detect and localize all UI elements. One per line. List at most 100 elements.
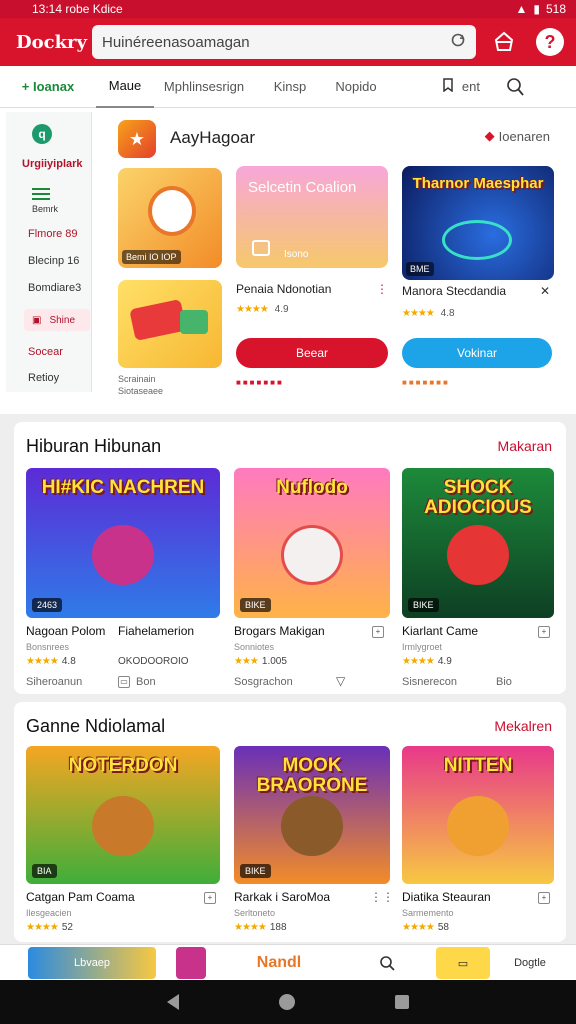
chat-icon[interactable]: ▽ (336, 674, 345, 688)
progress-dots: ■■■■■■■ (236, 378, 284, 387)
game-rating: ★★★★ 52 (26, 922, 73, 933)
status-indicators: ▲ ▮ 518 (515, 2, 566, 16)
strip-item-5[interactable]: Dogtle (500, 947, 560, 979)
tab-applications[interactable]: Mphlinsesrign (154, 66, 254, 108)
side-menu-item: Shine (49, 314, 76, 326)
game-art-title: NOTERDON (68, 755, 178, 776)
battery-icon: ▮ (533, 2, 540, 16)
install-button[interactable]: Beear (236, 338, 388, 368)
featured-tile-1[interactable]: Bemi IO IOP (118, 168, 222, 268)
strip-thumb-icon[interactable] (176, 947, 206, 979)
bookmark-icon (442, 78, 454, 95)
section-more-link[interactable]: Mekalren (494, 718, 552, 734)
search-icon[interactable] (372, 947, 402, 979)
app-logo[interactable]: Dockry (16, 32, 87, 53)
game-rating: ★★★★ 4.8 (26, 656, 76, 667)
game-rating: ★★★ 1.005 (234, 656, 287, 667)
section-more-link[interactable]: Makaran (498, 438, 552, 454)
tab-first[interactable]: + Ioanax (0, 66, 96, 108)
featured-app-2-name[interactable]: Manora Stecdandia (402, 284, 506, 298)
recents-icon[interactable] (395, 995, 409, 1009)
game-card-art[interactable]: NITTEN (402, 746, 554, 884)
game-badge: 2463 (32, 598, 63, 612)
home-icon[interactable] (279, 994, 295, 1010)
side-menu-item[interactable]: Flmore 89 (28, 228, 78, 240)
featured-panel: q Urgiiyiplark Bemrk Flmore 89 Blecinp 1… (0, 108, 576, 414)
game-developer: Ilesgeacien (26, 908, 72, 918)
featured-art-3[interactable]: Tharnor Maesphar BME (402, 166, 554, 280)
search-input[interactable]: Huinéreenasoamagan (92, 25, 476, 59)
side-menu-item[interactable]: Retioy (28, 372, 59, 384)
featured-link[interactable]: ◆ Ioenaren (485, 128, 550, 144)
game-name-extra[interactable]: Fiahelamerion (118, 624, 194, 638)
tab-main[interactable]: Maue (96, 66, 154, 108)
featured-tile-2[interactable] (118, 280, 222, 368)
system-nav-bar (0, 980, 576, 1024)
tab-kinsp[interactable]: Kinsp (254, 66, 326, 108)
search-value: Huinéreenasoamagan (102, 33, 250, 51)
game-name[interactable]: Catgan Pam Coama (26, 890, 135, 904)
game-card-art[interactable]: MOOK BRAORONE BIKE (234, 746, 390, 884)
game-name[interactable]: Kiarlant Came (402, 624, 478, 638)
game-card-art[interactable]: Nuflodo BIKE (234, 468, 390, 618)
game-name[interactable]: Brogars Makigan (234, 624, 325, 638)
basket-icon[interactable] (490, 28, 518, 56)
game-art-title: MOOK BRAORONE (256, 755, 368, 796)
help-icon[interactable]: ? (536, 28, 564, 56)
tag-icon: ◆ (484, 128, 495, 143)
list-icon[interactable] (32, 188, 50, 203)
options-icon[interactable]: + (372, 626, 384, 638)
gift-icon (252, 240, 270, 256)
side-menu-item[interactable]: Blecinp 16 (28, 255, 79, 267)
strip-item-1[interactable]: Lbvaep (28, 947, 156, 979)
more-options-icon[interactable]: ⋮ (376, 282, 388, 296)
game-card-art[interactable]: NOTERDON BIA (26, 746, 220, 884)
mascot-icon (447, 796, 509, 857)
view-button[interactable]: Vokinar (402, 338, 552, 368)
game-developer: Irmlygroet (402, 642, 443, 652)
back-icon[interactable] (167, 994, 179, 1010)
game-name[interactable]: Diatika Steauran (402, 890, 491, 904)
options-icon[interactable]: + (538, 892, 550, 904)
options-icon[interactable]: + (204, 892, 216, 904)
section-title: Ganne Ndiolamal (26, 716, 166, 736)
section-entertainment: Hiburan Hibunan Makaran HI#KIC NACHREN 2… (14, 422, 566, 694)
game-card-art[interactable]: HI#KIC NACHREN 2463 (26, 468, 220, 618)
game-name[interactable]: Rarkak i SaroMoa (234, 890, 330, 904)
side-menu-item[interactable]: Bomdiare3 (28, 282, 81, 294)
mascot-icon (92, 525, 154, 585)
side-menu-item[interactable]: Bemrk (32, 204, 58, 214)
options-icon[interactable]: + (538, 626, 550, 638)
game-rating: ★★★★ 58 (402, 922, 449, 933)
more-options-icon[interactable]: ⋮⋮ (370, 890, 394, 904)
featured-title: AayHagoar (170, 128, 256, 147)
status-left-text: 13:14 robe Kdice (32, 2, 123, 16)
tab-library[interactable]: ent (386, 66, 480, 108)
game-card-art[interactable]: SHOCK ADIOCIOUS BIKE (402, 468, 554, 618)
featured-main: ★ AayHagoar ◆ Ioenaren Bemi IO IOP Scrai… (94, 108, 568, 414)
game-badge: BIKE (240, 864, 271, 878)
tab-nopido[interactable]: Nopido (326, 66, 386, 108)
close-icon[interactable]: ✕ (540, 284, 550, 298)
strip-item-5-icon[interactable]: ▭ (436, 947, 490, 979)
strip-item-3[interactable]: Nandl (248, 947, 310, 979)
side-menu-item[interactable]: Socear (28, 346, 63, 358)
signal-icon: ▲ (515, 2, 528, 16)
game-developer: Bonsnrees (26, 642, 70, 652)
promo-banner[interactable]: Selcetin Coalion Isono (236, 166, 388, 268)
game-meta: Sisnerecon (402, 676, 458, 688)
game-meta-extra: OKODOOROIO (118, 656, 189, 667)
calendar-icon: ▭ (118, 676, 130, 688)
user-icon[interactable] (480, 66, 550, 108)
game-name[interactable]: Nagoan Polom (26, 624, 105, 638)
game-developer: Serltoneto (234, 908, 276, 918)
game-art-title: HI#KIC NACHREN (41, 477, 205, 498)
game-meta: Bio (496, 676, 512, 688)
side-menu-logo: q (32, 124, 52, 144)
game-rating: ★★★★ 188 (234, 922, 287, 933)
refresh-icon[interactable] (450, 32, 466, 52)
game-developer: Sonniotes (234, 642, 275, 652)
featured-app-name[interactable]: Penaia Ndonotian (236, 282, 331, 296)
side-menu-chip[interactable]: ▣ Shine (24, 309, 90, 331)
game-badge: BIA (32, 864, 57, 878)
